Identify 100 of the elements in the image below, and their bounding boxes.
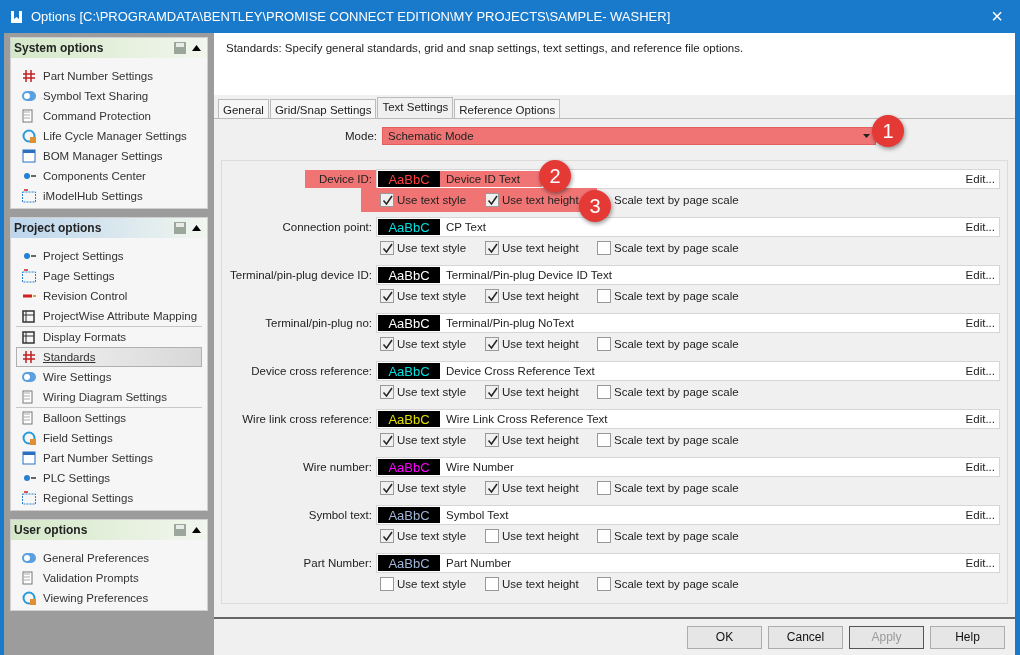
checkbox-option[interactable]: Use text style (380, 529, 467, 543)
checkbox-option[interactable]: Use text height (485, 481, 579, 495)
checkbox[interactable] (485, 385, 499, 399)
sidebar-item[interactable]: Viewing Preferences (16, 588, 202, 608)
text-style-field[interactable]: AaBbC Symbol Text Edit... (376, 505, 1000, 525)
checkbox[interactable] (597, 529, 611, 543)
checkbox-option[interactable]: Use text style (380, 481, 467, 495)
sidebar-item[interactable]: Field Settings (16, 428, 202, 448)
checkbox-option[interactable]: Scale text by page scale (597, 289, 739, 303)
checkbox-option[interactable]: Use text style (380, 337, 467, 351)
checkbox[interactable] (597, 433, 611, 447)
sidebar-item[interactable]: General Preferences (16, 548, 202, 568)
edit-button[interactable]: Edit... (965, 221, 995, 233)
sidebar-item[interactable]: ProjectWise Attribute Mapping (16, 306, 202, 326)
checkbox-option[interactable]: Use text height (485, 193, 579, 207)
edit-button[interactable]: Edit... (965, 317, 995, 329)
sidebar-item[interactable]: Page Settings (16, 266, 202, 286)
sidebar-item[interactable]: Command Protection (16, 106, 202, 126)
text-style-field[interactable]: AaBbC Part Number Edit... (376, 553, 1000, 573)
checkbox-option[interactable]: Use text height (485, 577, 579, 591)
checkbox-option[interactable]: Scale text by page scale (597, 577, 739, 591)
sidebar-item[interactable]: Wiring Diagram Settings (16, 387, 202, 407)
panel-header[interactable]: User options (11, 520, 207, 540)
checkbox-option[interactable]: Use text style (380, 289, 467, 303)
panel-header[interactable]: System options (11, 38, 207, 58)
checkbox[interactable] (597, 577, 611, 591)
sidebar-item[interactable]: iModelHub Settings (16, 186, 202, 206)
checkbox-option[interactable]: Scale text by page scale (614, 193, 739, 207)
checkbox-option[interactable]: Scale text by page scale (597, 385, 739, 399)
checkbox[interactable] (380, 433, 394, 447)
checkbox-option[interactable]: Use text style (380, 577, 467, 591)
sidebar-item[interactable]: Revision Control (16, 286, 202, 306)
checkbox-option[interactable]: Scale text by page scale (597, 481, 739, 495)
checkbox-option[interactable]: Use text height (485, 289, 579, 303)
sidebar-item[interactable]: Project Settings (16, 246, 202, 266)
checkbox[interactable] (597, 241, 611, 255)
panel-header[interactable]: Project options (11, 218, 207, 238)
checkbox-option[interactable]: Scale text by page scale (597, 529, 739, 543)
tab[interactable]: Text Settings (377, 97, 454, 118)
sidebar-item[interactable]: BOM Manager Settings (16, 146, 202, 166)
checkbox[interactable] (485, 337, 499, 351)
sidebar-item[interactable]: Symbol Text Sharing (16, 86, 202, 106)
dialog-button[interactable]: Cancel (768, 625, 843, 649)
checkbox[interactable] (380, 529, 394, 543)
checkbox[interactable] (485, 193, 499, 207)
checkbox-option[interactable]: Use text style (380, 433, 467, 447)
mode-dropdown[interactable]: Schematic Mode (382, 127, 876, 145)
text-style-field[interactable]: AaBbC Wire Number Edit... (376, 457, 1000, 477)
tab[interactable]: Reference Options (454, 99, 561, 118)
checkbox[interactable] (380, 241, 394, 255)
checkbox[interactable] (597, 337, 611, 351)
edit-button[interactable]: Edit... (965, 269, 995, 281)
checkbox[interactable] (485, 433, 499, 447)
sidebar-item[interactable]: PLC Settings (16, 468, 202, 488)
close-button[interactable]: × (982, 5, 1012, 28)
checkbox-option[interactable]: Scale text by page scale (597, 241, 739, 255)
edit-button[interactable]: Edit... (965, 365, 995, 377)
edit-button[interactable]: Edit... (965, 509, 995, 521)
text-style-field[interactable]: AaBbC Wire Link Cross Reference Text Edit... (376, 409, 1000, 429)
sidebar-item[interactable]: Regional Settings (16, 488, 202, 508)
checkbox-option[interactable]: Use text style (380, 385, 467, 399)
edit-button[interactable]: Edit... (965, 557, 995, 569)
checkbox-option[interactable]: Scale text by page scale (597, 433, 739, 447)
text-style-field[interactable]: AaBbC CP Text Edit... (376, 217, 1000, 237)
text-style-field[interactable]: AaBbC Device Cross Reference Text Edit... (376, 361, 1000, 381)
sidebar-item[interactable]: Standards (16, 347, 202, 367)
sidebar-item[interactable]: Part Number Settings (16, 66, 202, 86)
checkbox-option[interactable]: Use text height (485, 529, 579, 543)
dialog-button[interactable]: Help (930, 625, 1005, 649)
checkbox[interactable] (380, 481, 394, 495)
collapse-icon[interactable] (192, 225, 201, 231)
sidebar-item[interactable]: Display Formats (16, 327, 202, 347)
checkbox[interactable] (485, 529, 499, 543)
checkbox-option[interactable]: Use text style (380, 241, 467, 255)
checkbox[interactable] (597, 481, 611, 495)
checkbox-option[interactable]: Use text height (485, 337, 579, 351)
dialog-button[interactable]: OK (687, 625, 762, 649)
sidebar-item[interactable]: Wire Settings (16, 367, 202, 387)
checkbox[interactable] (485, 481, 499, 495)
tab[interactable]: Grid/Snap Settings (269, 99, 377, 118)
tab[interactable]: General (218, 99, 269, 118)
checkbox[interactable] (597, 289, 611, 303)
checkbox[interactable] (380, 289, 394, 303)
edit-button[interactable]: Edit... (965, 461, 995, 473)
collapse-icon[interactable] (192, 527, 201, 533)
collapse-icon[interactable] (192, 45, 201, 51)
checkbox[interactable] (597, 385, 611, 399)
checkbox[interactable] (380, 193, 394, 207)
checkbox[interactable] (380, 385, 394, 399)
checkbox[interactable] (485, 289, 499, 303)
checkbox[interactable] (380, 577, 394, 591)
checkbox-option[interactable]: Use text style (380, 193, 467, 207)
text-style-field[interactable]: AaBbC Terminal/Pin-plug Device ID Text Edit... (376, 265, 1000, 285)
sidebar-item[interactable]: Balloon Settings (16, 408, 202, 428)
checkbox[interactable] (485, 241, 499, 255)
sidebar-item[interactable]: Components Center (16, 166, 202, 186)
checkbox[interactable] (485, 577, 499, 591)
sidebar-item[interactable]: Life Cycle Manager Settings (16, 126, 202, 146)
edit-button[interactable]: Edit... (965, 413, 995, 425)
checkbox-option[interactable]: Use text height (485, 385, 579, 399)
